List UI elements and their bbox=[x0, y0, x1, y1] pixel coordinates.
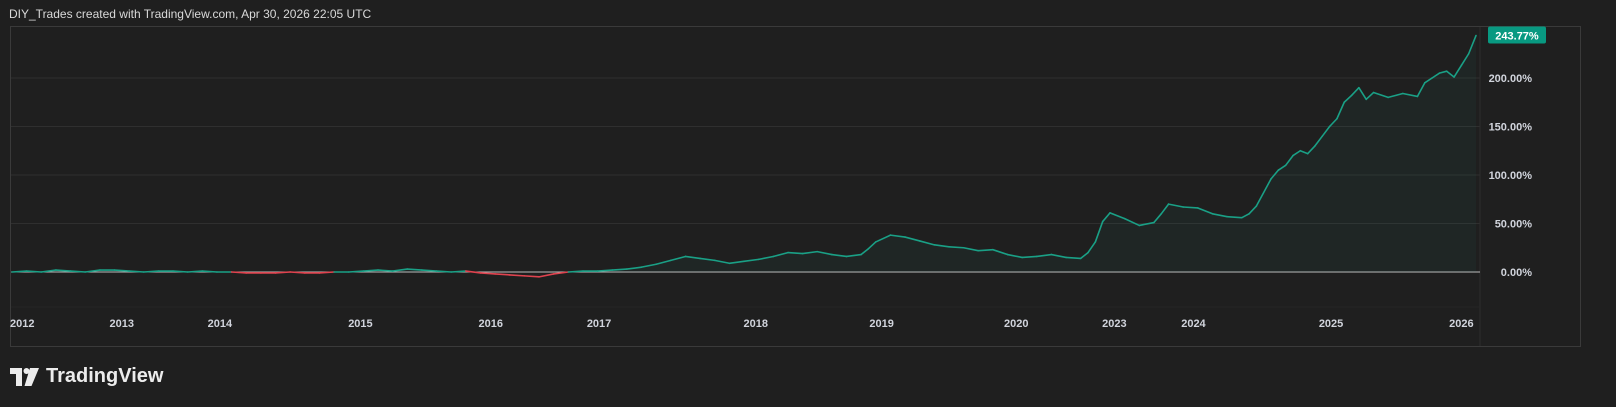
x-tick-label: 2023 bbox=[1102, 318, 1126, 330]
equity-line-segment bbox=[465, 270, 482, 274]
x-tick-label: 2025 bbox=[1319, 318, 1343, 330]
equity-line-segment bbox=[567, 270, 584, 273]
equity-line-segment bbox=[128, 270, 145, 273]
equity-line-segment bbox=[421, 269, 438, 272]
x-tick-label: 2012 bbox=[10, 318, 34, 330]
equity-line-segment bbox=[406, 268, 423, 271]
tradingview-brand[interactable]: TradingView bbox=[10, 365, 163, 388]
last-value-label: 243.77% bbox=[1495, 31, 1539, 43]
equity-line-segment bbox=[450, 270, 467, 273]
x-tick-label: 2024 bbox=[1181, 318, 1206, 330]
equity-chart[interactable]: 200.00%150.00%100.00%50.00%0.00% 2012 201… bbox=[0, 0, 1616, 350]
x-tick-label: 2013 bbox=[110, 318, 134, 330]
brand-name: TradingView bbox=[46, 365, 164, 387]
equity-line-segment bbox=[1226, 215, 1243, 219]
equity-line-segment bbox=[1182, 206, 1199, 209]
x-tick-label: 2016 bbox=[478, 318, 502, 330]
equity-line-segment bbox=[69, 270, 86, 273]
x-tick-label: 2020 bbox=[1004, 318, 1028, 330]
equity-line-segment bbox=[977, 248, 994, 252]
equity-line-segment bbox=[274, 271, 291, 274]
equity-line-segment bbox=[538, 273, 555, 278]
equity-line-segment bbox=[347, 270, 365, 273]
equity-line-segment bbox=[142, 270, 160, 273]
x-tick-label: 2017 bbox=[587, 318, 611, 330]
equity-line-segment bbox=[435, 270, 453, 273]
equity-line-segment bbox=[55, 269, 72, 272]
y-tick-label: 50.00% bbox=[1495, 219, 1533, 231]
equity-line-segment bbox=[25, 270, 43, 273]
x-tick-label: 2014 bbox=[208, 318, 233, 330]
last-value-badge: 243.77% bbox=[1488, 26, 1546, 44]
equity-line-segment bbox=[289, 271, 306, 274]
equity-line-segment bbox=[596, 269, 614, 272]
grid-layer bbox=[11, 27, 1481, 346]
equity-line-segment bbox=[1021, 255, 1038, 259]
y-tick-label: 200.00% bbox=[1489, 73, 1533, 85]
equity-line-segment bbox=[611, 268, 628, 271]
y-tick-label: 100.00% bbox=[1489, 170, 1533, 182]
equity-line-segment bbox=[523, 275, 540, 278]
x-tick-label: 2018 bbox=[743, 318, 767, 330]
y-axis: 200.00% 150.00% 100.00% 50.00% 0.00% bbox=[1489, 73, 1533, 279]
equity-line-segment bbox=[201, 270, 218, 273]
equity-area bbox=[12, 35, 1476, 273]
equity-line-segment bbox=[113, 269, 130, 272]
equity-line-segment bbox=[186, 270, 204, 273]
equity-line-segment bbox=[318, 271, 335, 274]
equity-line-segment bbox=[948, 245, 965, 249]
equity-line-segment bbox=[787, 251, 804, 255]
equity-line-segment bbox=[230, 271, 248, 274]
equity-line-segment bbox=[1065, 256, 1082, 260]
equity-line-segment bbox=[508, 274, 526, 277]
x-tick-label: 2026 bbox=[1449, 318, 1473, 330]
equity-line-segment bbox=[11, 270, 28, 273]
x-axis: 2012 2013 2014 2015 2016 2017 2018 2019 2020 2023… bbox=[10, 318, 1474, 330]
equity-line-segment bbox=[377, 269, 394, 272]
y-tick-label: 0.00% bbox=[1501, 267, 1532, 279]
area-layer bbox=[12, 35, 1476, 273]
equity-line-segment bbox=[479, 272, 496, 275]
equity-line-segment bbox=[494, 273, 511, 276]
equity-line-segment bbox=[172, 270, 189, 273]
equity-line-segment bbox=[362, 269, 379, 272]
x-tick-label: 2015 bbox=[348, 318, 372, 330]
tradingview-logo-icon bbox=[10, 367, 40, 386]
x-tick-label: 2019 bbox=[869, 318, 893, 330]
y-tick-label: 150.00% bbox=[1489, 122, 1533, 134]
